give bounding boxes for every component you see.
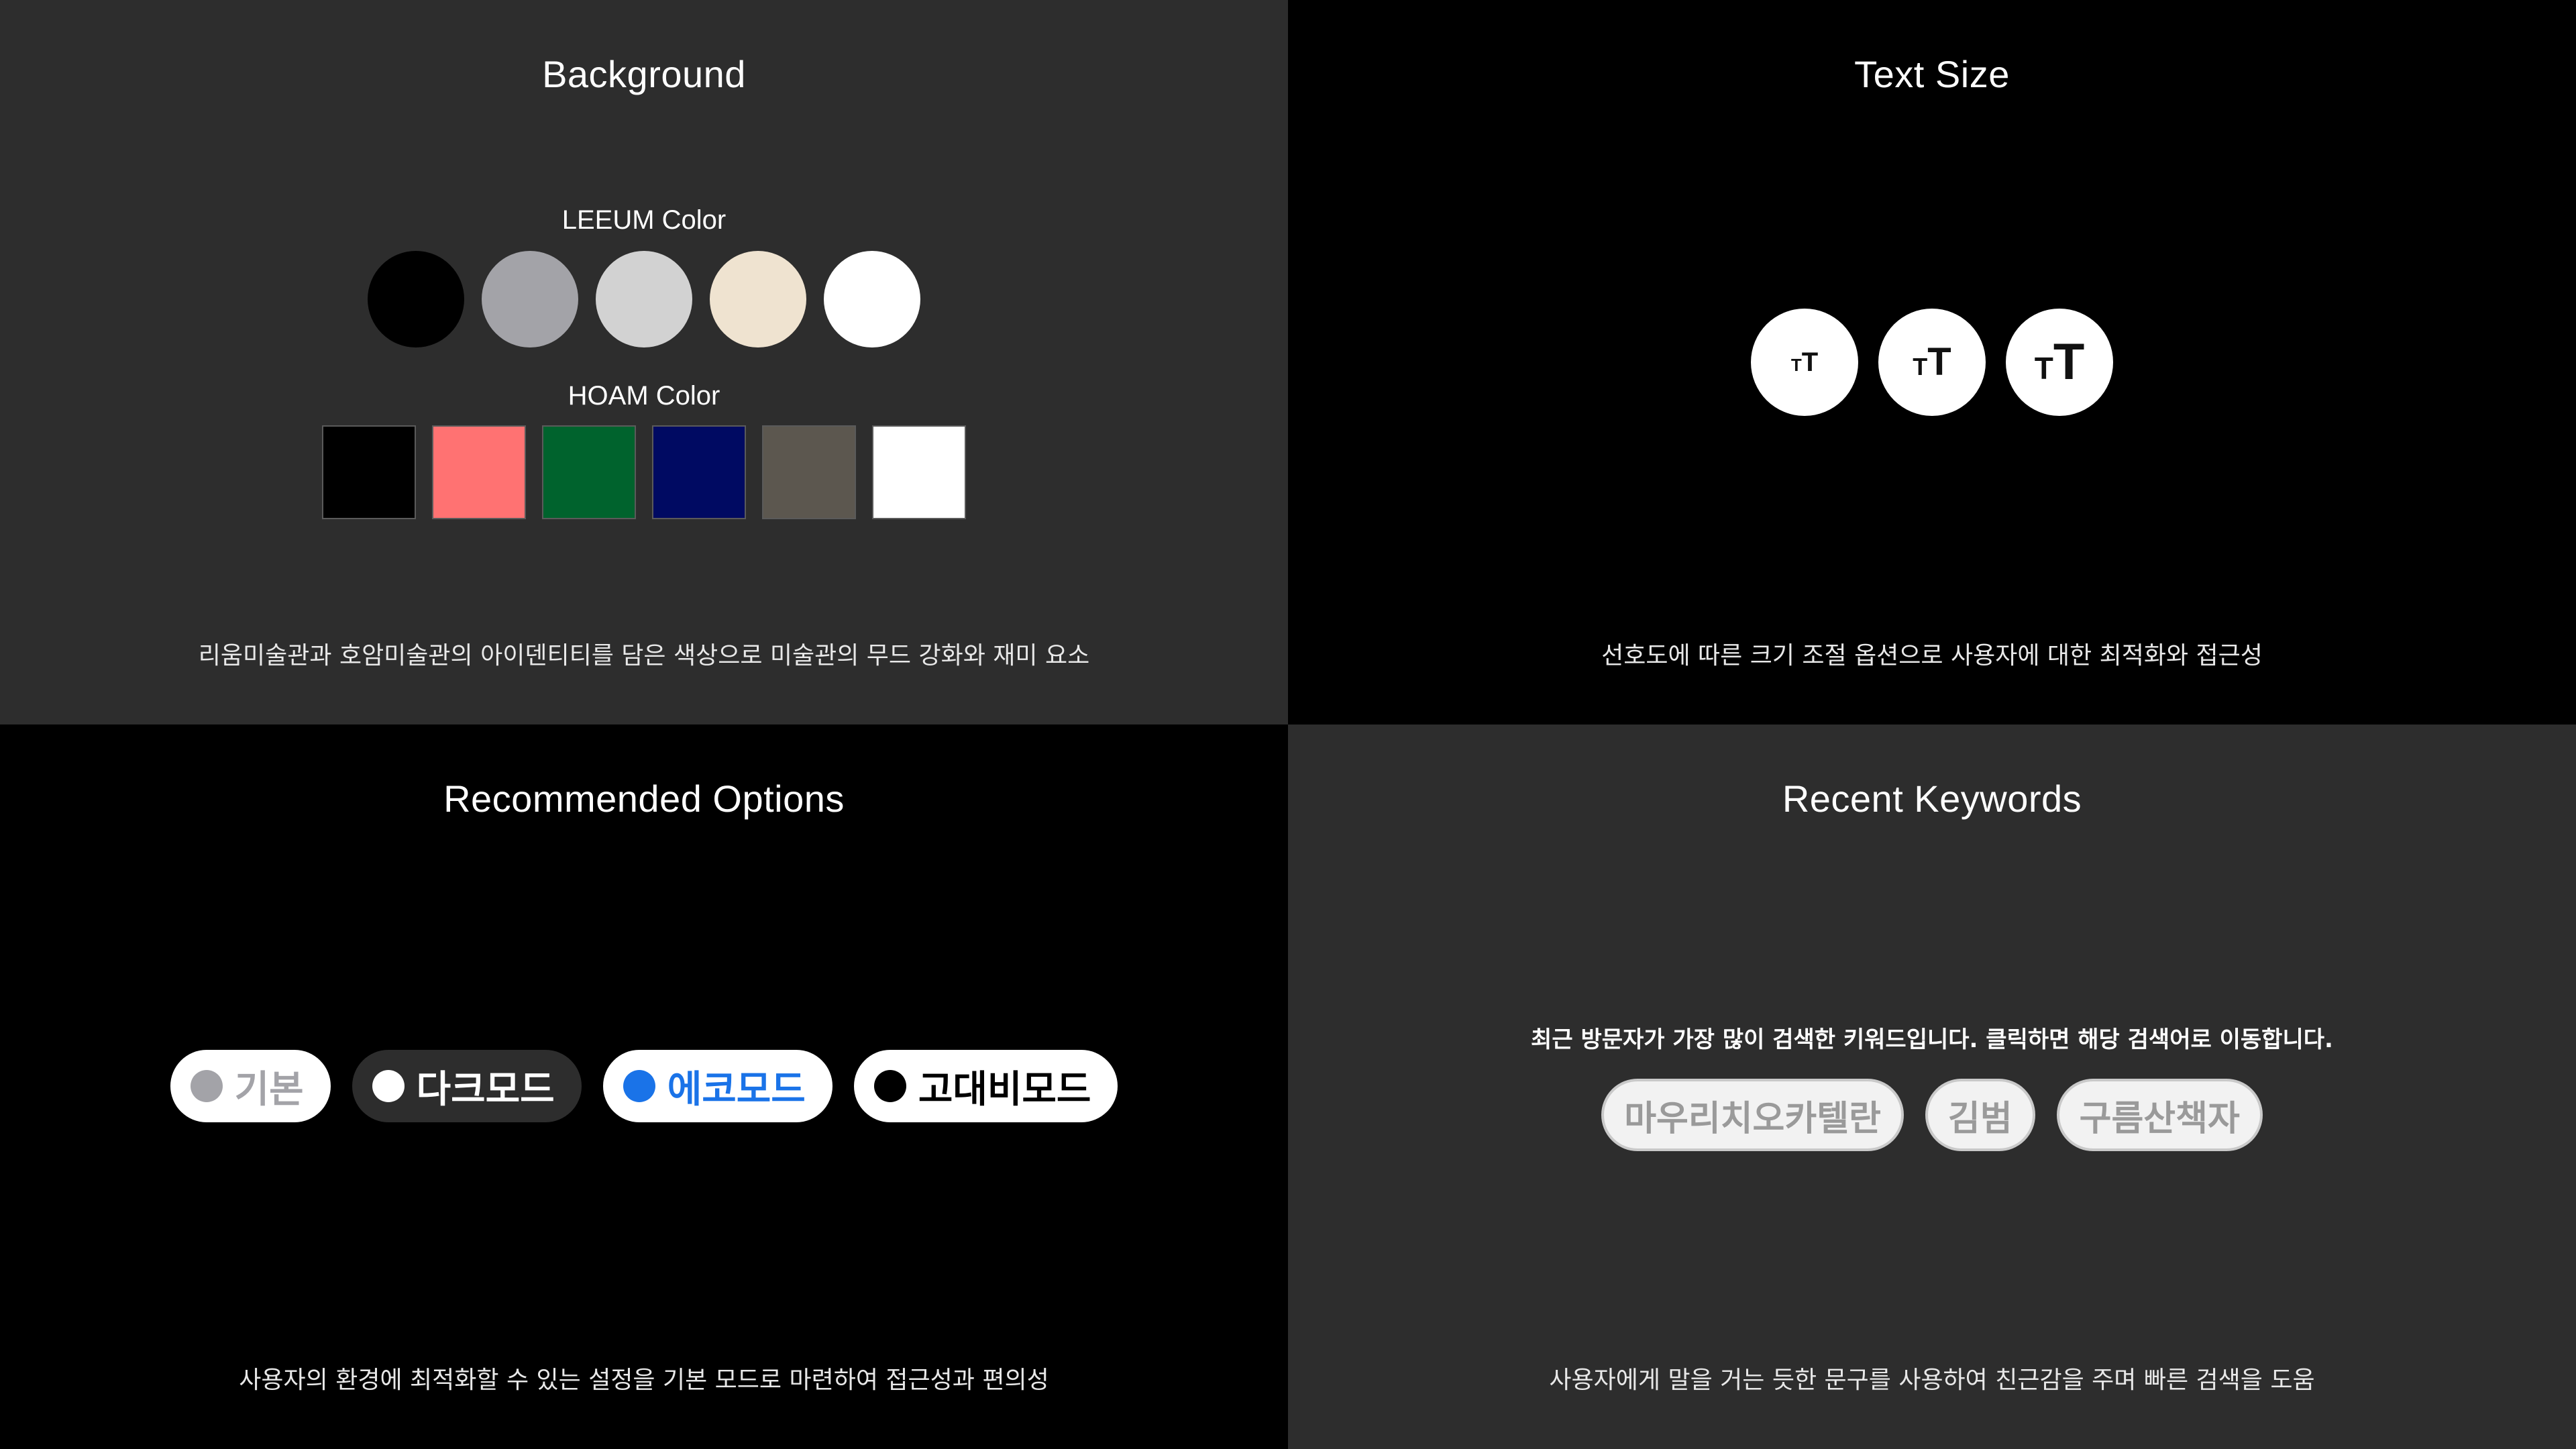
recommended-options-panel: Recommended Options 기본 다크모드 에코모드 고대비모드 사용자의… xyxy=(0,724,1288,1449)
keywords-caption: 최근 방문자가 가장 많이 검색한 키워드입니다. 클릭하면 해당 검색어로 이… xyxy=(1531,1026,2333,1053)
hoam-color-swatch[interactable] xyxy=(652,425,746,519)
mode-option-row: 기본 다크모드 에코모드 고대비모드 xyxy=(0,1050,1288,1122)
keyword-chip[interactable]: 마우리치오카텔란 xyxy=(1601,1079,1904,1151)
text-size-medium-icon: TT xyxy=(1913,340,1951,384)
background-panel: Background LEEUM Color HOAM Color 리움미술관과… xyxy=(0,0,1288,724)
mode-dot-icon xyxy=(623,1070,655,1102)
text-size-medium-button[interactable]: TT xyxy=(1878,309,1986,416)
recommended-description: 사용자의 환경에 최적화할 수 있는 설정을 기본 모드로 마련하여 접근성과 … xyxy=(239,1366,1049,1394)
keyword-chip[interactable]: 김범 xyxy=(1925,1079,2035,1151)
leeum-color-swatch[interactable] xyxy=(368,251,464,347)
leeum-color-swatch[interactable] xyxy=(482,251,578,347)
mode-dot-icon xyxy=(873,1070,906,1102)
mode-option-0[interactable]: 기본 xyxy=(170,1050,331,1122)
hoam-color-swatch[interactable] xyxy=(872,425,966,519)
keyword-chip[interactable]: 구름산책자 xyxy=(2056,1079,2263,1151)
background-description: 리움미술관과 호암미술관의 아이덴티티를 담은 색상으로 미술관의 무드 강화와… xyxy=(198,642,1090,669)
leeum-color-swatch[interactable] xyxy=(596,251,692,347)
feature-grid: Background LEEUM Color HOAM Color 리움미술관과… xyxy=(0,0,2576,1449)
text-size-title: Text Size xyxy=(1854,53,2010,95)
hoam-color-swatch[interactable] xyxy=(322,425,416,519)
background-title: Background xyxy=(542,53,746,95)
mode-dot-icon xyxy=(190,1070,223,1102)
recommended-title: Recommended Options xyxy=(443,777,845,820)
mode-dot-icon xyxy=(372,1070,405,1102)
mode-option-1[interactable]: 다크모드 xyxy=(352,1050,582,1122)
hoam-swatch-row xyxy=(0,425,1288,519)
mode-option-label: 에코모드 xyxy=(667,1067,806,1112)
hoam-color-swatch[interactable] xyxy=(432,425,526,519)
keywords-description: 사용자에게 말을 거는 듯한 문구를 사용하여 친근감을 주며 빠른 검색을 도… xyxy=(1549,1366,2315,1394)
text-size-small-button[interactable]: TT xyxy=(1751,309,1858,416)
keyword-chip-row: 마우리치오카텔란 김범 구름산책자 xyxy=(1288,1079,2576,1151)
text-size-large-icon: TT xyxy=(2034,333,2085,390)
leeum-color-swatch[interactable] xyxy=(824,251,920,347)
mode-option-3[interactable]: 고대비모드 xyxy=(853,1050,1118,1122)
hoam-color-swatch[interactable] xyxy=(542,425,636,519)
mode-option-label: 기본 xyxy=(234,1067,304,1112)
mode-option-2[interactable]: 에코모드 xyxy=(602,1050,833,1122)
leeum-swatch-row xyxy=(0,251,1288,347)
recent-keywords-panel: Recent Keywords 최근 방문자가 가장 많이 검색한 키워드입니다… xyxy=(1288,724,2576,1449)
leeum-color-label: LEEUM Color xyxy=(561,205,727,235)
hoam-color-label: HOAM Color xyxy=(568,381,720,411)
keywords-title: Recent Keywords xyxy=(1782,777,2082,820)
text-size-small-icon: TT xyxy=(1790,347,1819,377)
hoam-color-swatch[interactable] xyxy=(762,425,856,519)
text-size-panel: Text Size TT TT TT 선호도에 따른 크기 조절 옵션으로 사용… xyxy=(1288,0,2576,724)
leeum-color-swatch[interactable] xyxy=(710,251,806,347)
text-size-large-button[interactable]: TT xyxy=(2006,309,2113,416)
mode-option-label: 다크모드 xyxy=(416,1067,555,1112)
text-size-button-row: TT TT TT xyxy=(1288,309,2576,416)
text-size-description: 선호도에 따른 크기 조절 옵션으로 사용자에 대한 최적화와 접근성 xyxy=(1601,642,2263,669)
mode-option-label: 고대비모드 xyxy=(918,1067,1091,1112)
